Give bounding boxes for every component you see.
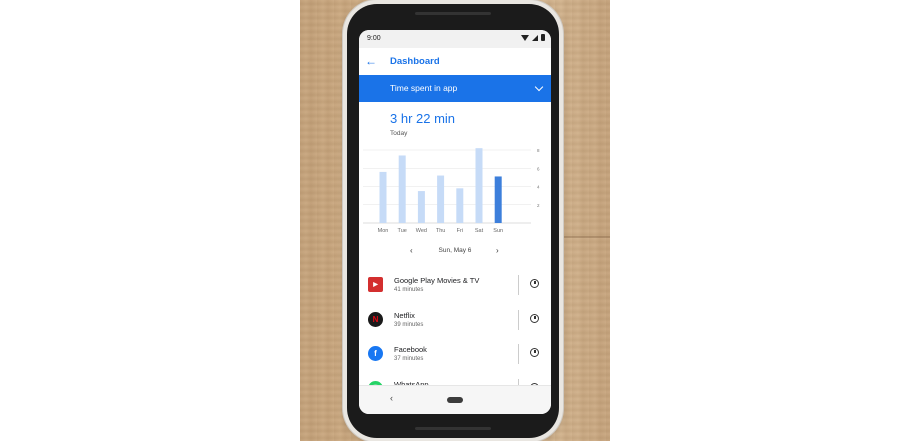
bar-sat[interactable] [475, 148, 483, 223]
play-movies-icon: ▶ [368, 277, 383, 292]
wood-seam [560, 236, 610, 238]
app-row[interactable]: ▶ Google Play Movies & TV 41 minutes [359, 268, 551, 303]
nav-home-button[interactable] [447, 397, 463, 403]
y-tick-label: 4 [537, 185, 540, 190]
app-timer-icon[interactable] [530, 348, 539, 357]
app-minutes: 41 minutes [394, 287, 424, 293]
x-tick-label: Thu [436, 228, 445, 234]
back-arrow-icon[interactable]: ← [365, 54, 377, 68]
top-speaker [415, 12, 491, 15]
date-label: Sun, May 6 [438, 247, 472, 254]
period-label: Today [390, 130, 408, 137]
status-icons [521, 34, 545, 41]
row-divider [518, 344, 519, 364]
system-nav-bar: ‹ [359, 385, 551, 414]
row-divider [518, 309, 519, 330]
metric-dropdown[interactable]: Time spent in app [359, 75, 551, 102]
app-glyph: N [372, 314, 379, 324]
bar-sun[interactable] [494, 176, 502, 223]
row-divider [518, 275, 519, 295]
x-tick-label: Tue [398, 228, 407, 234]
bar-wed[interactable] [417, 191, 425, 223]
netflix-icon: N [368, 311, 383, 327]
app-timer-icon[interactable] [530, 313, 539, 323]
app-minutes: 39 minutes [394, 321, 424, 328]
x-tick-label: Fri [457, 228, 463, 234]
app-name: Facebook [394, 345, 427, 354]
bar-fri[interactable] [456, 188, 464, 223]
bar-thu[interactable] [437, 175, 445, 223]
page-title: Dashboard [390, 56, 440, 67]
app-row[interactable]: N Netflix 39 minutes [359, 303, 551, 338]
nav-back-icon[interactable]: ‹ [390, 393, 393, 403]
status-bar: 9:00 [359, 30, 551, 48]
app-timer-icon[interactable] [530, 279, 539, 288]
phone-frame: 9:00 ← Dashboard Time spent in app 3 hr … [347, 4, 559, 438]
x-tick-label: Mon [378, 228, 389, 234]
bottom-speaker [415, 427, 491, 430]
facebook-icon: f [368, 346, 383, 361]
signal-icon [532, 34, 538, 41]
app-bar: ← Dashboard [359, 48, 551, 75]
x-tick-label: Sun [493, 228, 503, 234]
power-button [560, 178, 564, 200]
app-glyph: f [374, 349, 377, 358]
total-time: 3 hr 22 min [390, 111, 456, 126]
app-minutes: 37 minutes [394, 356, 424, 362]
app-name: Google Play Movies & TV [394, 276, 480, 285]
app-name: Netflix [394, 310, 415, 320]
bar-tue[interactable] [398, 155, 406, 223]
bar-mon[interactable] [379, 171, 387, 223]
app-row[interactable]: f Facebook 37 minutes [359, 337, 551, 372]
usage-bar-chart: 8 6 4 2 Mon Tue Wed Thu Fri Sat Sun [363, 148, 540, 234]
y-tick-label: 8 [537, 148, 540, 153]
x-tick-label: Sat [475, 228, 484, 234]
chevron-down-icon [534, 82, 544, 92]
battery-icon [541, 34, 545, 41]
date-navigator: ‹ Sun, May 6 › [359, 246, 551, 258]
next-day-icon[interactable]: › [496, 246, 499, 255]
status-time: 9:00 [367, 35, 381, 42]
x-tick-label: Wed [416, 228, 427, 234]
app-glyph: ▶ [373, 282, 378, 288]
y-tick-label: 2 [537, 203, 540, 208]
phone-screen: 9:00 ← Dashboard Time spent in app 3 hr … [359, 30, 551, 414]
dropdown-label: Time spent in app [390, 83, 458, 93]
y-tick-label: 6 [537, 166, 540, 171]
wifi-icon [521, 34, 529, 41]
